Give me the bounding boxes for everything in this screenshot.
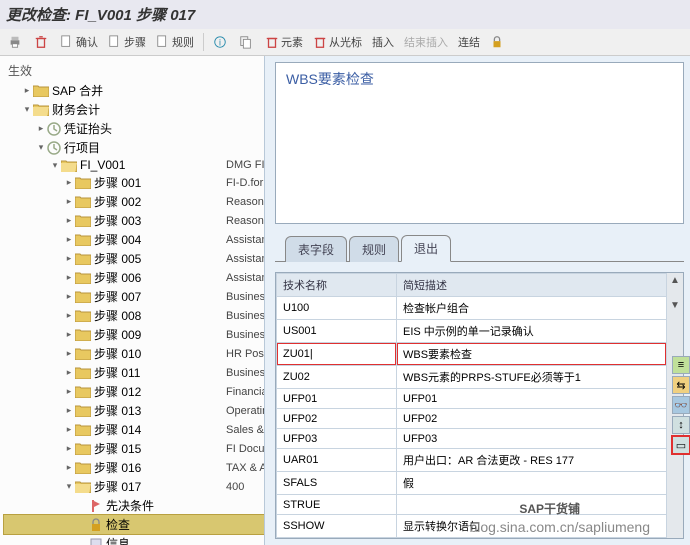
tree-step[interactable]: ▸步骤 006Assistant: [4, 268, 264, 287]
table-row[interactable]: ZU01|WBS要素检查: [277, 343, 667, 366]
tab-fields[interactable]: 表字段: [285, 236, 347, 262]
tree-fi-v001[interactable]: ▾FI_V001DMG FI I: [4, 157, 264, 173]
tree-step[interactable]: ▸步骤 009Business: [4, 325, 264, 344]
tree-step[interactable]: ▸步骤 004Assistant: [4, 230, 264, 249]
scroll-down-icon[interactable]: ▼: [670, 300, 680, 311]
tree-step[interactable]: ▸步骤 007Business: [4, 287, 264, 306]
tree-step-017[interactable]: ▾步骤 017400: [4, 477, 264, 496]
tree-desc: Business: [226, 329, 265, 341]
tree-header: 生效: [4, 60, 264, 81]
tree-desc: TAX & A: [226, 462, 265, 474]
tree-step[interactable]: ▸步骤 012Financial I: [4, 382, 264, 401]
col-tech[interactable]: 技术名称: [277, 274, 397, 297]
print-button[interactable]: [4, 33, 28, 51]
table-row[interactable]: UAR01用户出口：AR 合法更改 - RES 177: [277, 449, 667, 472]
toolbar: 确认 步骤 规则 i 元素 从光标 插入 结束插入 连结: [0, 29, 690, 56]
rtool-4[interactable]: ↕: [672, 416, 690, 434]
description-box: WBS要素检查: [275, 62, 684, 224]
main-area: 生效 ▸SAP 合并 ▾财务会计 ▸凭证抬头 ▾行项目 ▾FI_V001DMG …: [0, 56, 690, 545]
tree-desc: Business: [226, 367, 265, 379]
link-button[interactable]: 连结: [454, 32, 484, 52]
tree-step[interactable]: ▸步骤 005Assistant: [4, 249, 264, 268]
tree-desc: Assistant: [226, 253, 265, 265]
tree-desc: Reason C: [226, 196, 265, 208]
confirm-button[interactable]: 确认: [56, 32, 102, 52]
tree-desc: DMG FI I: [226, 159, 265, 171]
tree-desc: Business: [226, 291, 265, 303]
tree-desc: Assistant: [226, 234, 265, 246]
tree-step[interactable]: ▸步骤 016TAX & A: [4, 458, 264, 477]
table-row[interactable]: UFP03UFP03: [277, 429, 667, 449]
rtool-binoculars[interactable]: 👓: [672, 396, 690, 414]
tab-rules[interactable]: 规则: [349, 236, 399, 262]
table-row[interactable]: UFP01UFP01: [277, 389, 667, 409]
tree-voucher-head[interactable]: ▸凭证抬头: [4, 119, 264, 138]
table-row[interactable]: UFP02UFP02: [277, 409, 667, 429]
tree-desc: 400: [226, 481, 265, 493]
end-insert-button[interactable]: 结束插入: [400, 32, 452, 52]
tree-desc: HR Postir: [226, 348, 265, 360]
rtool-1[interactable]: ≡: [672, 356, 690, 374]
table-row[interactable]: U100检查帐户组合: [277, 297, 667, 320]
tree-desc: Financial I: [226, 386, 265, 398]
tree-info[interactable]: 信息: [4, 534, 264, 545]
copy-button[interactable]: [235, 33, 259, 51]
tree-desc: FI Docum: [226, 443, 265, 455]
tree-step[interactable]: ▸步骤 001FI-D.for: [4, 173, 264, 192]
lock-button[interactable]: [486, 33, 510, 51]
tree-desc: Operating: [226, 405, 265, 417]
table-row[interactable]: US001EIS 中示例的单一记录确认: [277, 320, 667, 343]
table-row[interactable]: SFALS假: [277, 472, 667, 495]
step-button[interactable]: 步骤: [104, 32, 150, 52]
tree-prereq[interactable]: 先决条件: [4, 496, 264, 515]
tree-step[interactable]: ▸步骤 011Business: [4, 363, 264, 382]
tree-line-item[interactable]: ▾行项目: [4, 138, 264, 157]
table-row[interactable]: ZU02WBS元素的PRPS-STUFE必须等于1: [277, 366, 667, 389]
tree-step[interactable]: ▸步骤 010HR Postir: [4, 344, 264, 363]
tree-desc: Business: [226, 310, 265, 322]
tree-desc: Reason C: [226, 215, 265, 227]
rtool-select[interactable]: ▭: [672, 436, 690, 454]
tree-desc: FI-D.for: [226, 177, 265, 189]
svg-text:i: i: [219, 38, 221, 48]
tree-desc: Assistant: [226, 272, 265, 284]
tree-sap-merge[interactable]: ▸SAP 合并: [4, 81, 264, 100]
col-short[interactable]: 简短描述: [397, 274, 667, 297]
tree-desc: Sales & M: [226, 424, 265, 436]
from-cursor-button[interactable]: 从光标: [309, 32, 366, 52]
tree-step[interactable]: ▸步骤 008Business: [4, 306, 264, 325]
tree-fin-acct[interactable]: ▾财务会计: [4, 100, 264, 119]
table-row[interactable]: SSHOW显示转换尔语句: [277, 515, 667, 538]
detail-pane: WBS要素检查 表字段 规则 退出 技术名称 简短描述 U100检查帐户组合US…: [265, 56, 690, 545]
info-button[interactable]: i: [209, 33, 233, 51]
tree-step[interactable]: ▸步骤 002Reason C: [4, 192, 264, 211]
tree-step[interactable]: ▸步骤 013Operating: [4, 401, 264, 420]
tab-strip: 表字段 规则 退出: [275, 234, 684, 262]
scroll-up-icon[interactable]: ▲: [670, 275, 680, 286]
tab-exit[interactable]: 退出: [401, 235, 451, 262]
rule-button[interactable]: 规则: [152, 32, 198, 52]
tree-pane: 生效 ▸SAP 合并 ▾财务会计 ▸凭证抬头 ▾行项目 ▾FI_V001DMG …: [0, 56, 265, 545]
grid-wrapper: 技术名称 简短描述 U100检查帐户组合US001EIS 中示例的单一记录确认Z…: [275, 272, 684, 539]
delete-element-button[interactable]: 元素: [261, 32, 307, 52]
tree-check[interactable]: 检查: [4, 515, 264, 534]
window-title: 更改检查: FI_V001 步骤 017: [0, 0, 690, 29]
insert-button[interactable]: 插入: [368, 32, 398, 52]
rtool-2[interactable]: ⇆: [672, 376, 690, 394]
table-row[interactable]: STRUE: [277, 495, 667, 515]
separator: [203, 33, 204, 51]
exit-grid[interactable]: 技术名称 简短描述 U100检查帐户组合US001EIS 中示例的单一记录确认Z…: [276, 273, 667, 538]
tree-step[interactable]: ▸步骤 015FI Docum: [4, 439, 264, 458]
tree-step[interactable]: ▸步骤 014Sales & M: [4, 420, 264, 439]
right-toolbar: ≡ ⇆ 👓 ↕ ▭: [672, 356, 690, 454]
delete-button[interactable]: [30, 33, 54, 51]
tree-step[interactable]: ▸步骤 003Reason C: [4, 211, 264, 230]
